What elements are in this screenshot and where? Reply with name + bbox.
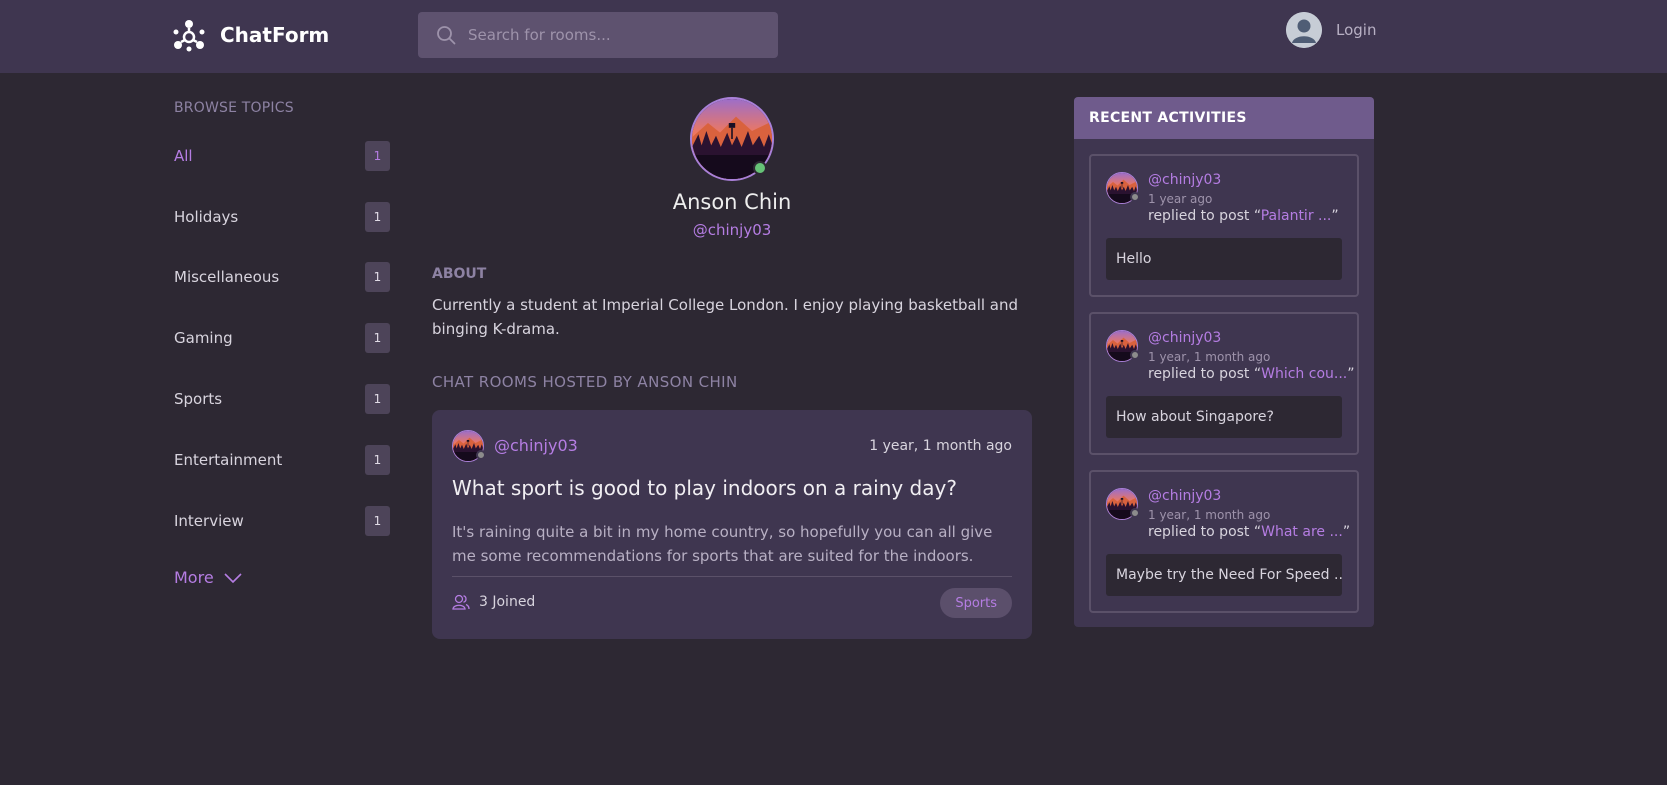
recent-activities-heading: RECENT ACTIVITIES [1074,97,1374,139]
topic-item-miscellaneous[interactable]: Miscellaneous 1 [174,262,390,292]
activity-post-link[interactable]: What are ... [1261,524,1343,540]
activity-description: replied to post “Which cou...” [1148,366,1355,382]
activity-timestamp: 1 year, 1 month ago [1148,508,1271,522]
about-text: Currently a student at Imperial College … [432,296,1019,338]
topic-label: All [174,147,193,165]
offline-status-indicator [1130,192,1140,202]
activity-timestamp: 1 year, 1 month ago [1148,350,1271,364]
topic-count-badge: 1 [365,202,390,232]
room-topic-tag[interactable]: Sports [940,588,1012,618]
activity-message: How about Singapore? [1106,396,1342,438]
topic-label: Holidays [174,208,239,226]
users-icon [452,594,470,610]
topic-count-badge: 1 [365,506,390,536]
room-participants: 3 Joined [452,594,535,610]
logo-icon [173,20,205,52]
activity-item: @chinjy03 1 year, 1 month ago replied to… [1089,470,1359,613]
topic-item-gaming[interactable]: Gaming 1 [174,323,390,353]
offline-status-indicator [1130,508,1140,518]
activity-message: Maybe try the Need For Speed ... [1106,554,1342,596]
activity-item: @chinjy03 1 year ago replied to post “Pa… [1089,154,1359,297]
about-heading: ABOUT [432,266,487,282]
topic-label: Interview [174,512,244,530]
room-title[interactable]: What sport is good to play indoors on a … [452,476,957,500]
search-input[interactable] [468,26,748,44]
topic-item-all[interactable]: All 1 [174,141,390,171]
topic-item-sports[interactable]: Sports 1 [174,384,390,414]
room-description: It's raining quite a bit in my home coun… [452,523,993,565]
room-host-username[interactable]: @chinjy03 [494,436,578,455]
activity-post-link[interactable]: Palantir ... [1261,208,1332,224]
topic-label: Sports [174,390,223,408]
search-bar[interactable] [418,12,778,58]
topic-label: Miscellaneous [174,268,280,286]
topic-count-badge: 1 [365,384,390,414]
app-logo[interactable]: ChatForm [172,18,329,52]
profile-name: Anson Chin [672,190,792,214]
topic-count-badge: 1 [365,445,390,475]
topic-item-entertainment[interactable]: Entertainment 1 [174,445,390,475]
activity-message: Hello [1106,238,1342,280]
chevron-down-icon [224,572,242,583]
topic-label: Gaming [174,329,233,347]
login-label: Login [1336,21,1377,39]
activity-post-link[interactable]: Which cou... [1261,366,1347,382]
search-icon [437,26,456,45]
app-name: ChatForm [220,23,330,47]
activity-username[interactable]: @chinjy03 [1148,172,1221,188]
more-topics-button[interactable]: More [174,568,242,587]
activity-description: replied to post “What are ...” [1148,524,1351,540]
divider [452,576,1012,577]
activity-description: replied to post “Palantir ...” [1148,208,1339,224]
room-timestamp: 1 year, 1 month ago [869,438,1012,454]
recent-activities-panel: RECENT ACTIVITIES @chinjy03 1 year ago r… [1074,97,1374,627]
topic-count-badge: 1 [365,262,390,292]
activity-item: @chinjy03 1 year, 1 month ago replied to… [1089,312,1359,455]
offline-status-indicator [1130,350,1140,360]
joined-count: 3 Joined [479,594,536,610]
activity-username[interactable]: @chinjy03 [1148,488,1221,504]
topic-label: Entertainment [174,451,283,469]
activity-timestamp: 1 year ago [1148,192,1213,206]
login-link[interactable]: Login [1286,12,1376,48]
more-label: More [174,568,214,587]
top-nav-bar: ChatForm Login [0,0,1667,73]
online-status-indicator [753,161,767,175]
hosted-rooms-heading: CHAT ROOMS HOSTED BY ANSON CHIN [432,373,738,391]
topic-count-badge: 1 [365,323,390,353]
user-avatar-icon [1286,12,1322,48]
topic-item-interview[interactable]: Interview 1 [174,506,390,536]
profile-handle: @chinjy03 [692,221,772,239]
topic-count-badge: 1 [365,141,390,171]
topic-item-holidays[interactable]: Holidays 1 [174,202,390,232]
room-card[interactable]: @chinjy03 1 year, 1 month ago What sport… [432,410,1032,639]
offline-status-indicator [476,450,486,460]
browse-topics-heading: BROWSE TOPICS [174,100,294,116]
activity-username[interactable]: @chinjy03 [1148,330,1221,346]
